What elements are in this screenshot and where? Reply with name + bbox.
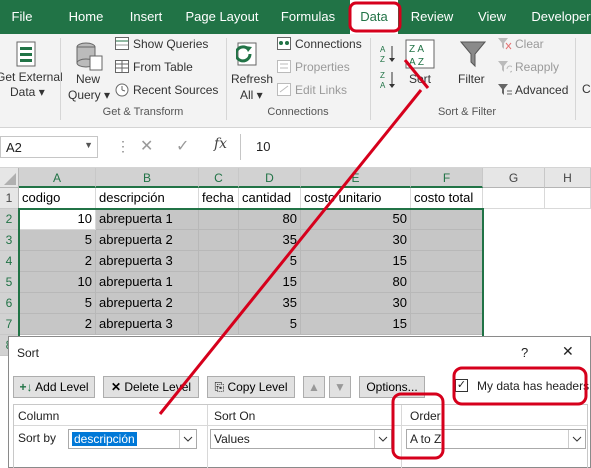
annotation-order-highlight (391, 392, 445, 460)
annotation-line-column (158, 89, 423, 415)
annotation-data-tab-highlight (348, 1, 402, 33)
annotation-line-sort (403, 59, 430, 89)
annotation-layer (158, 1, 588, 460)
annotation-headers-highlight (452, 366, 588, 406)
